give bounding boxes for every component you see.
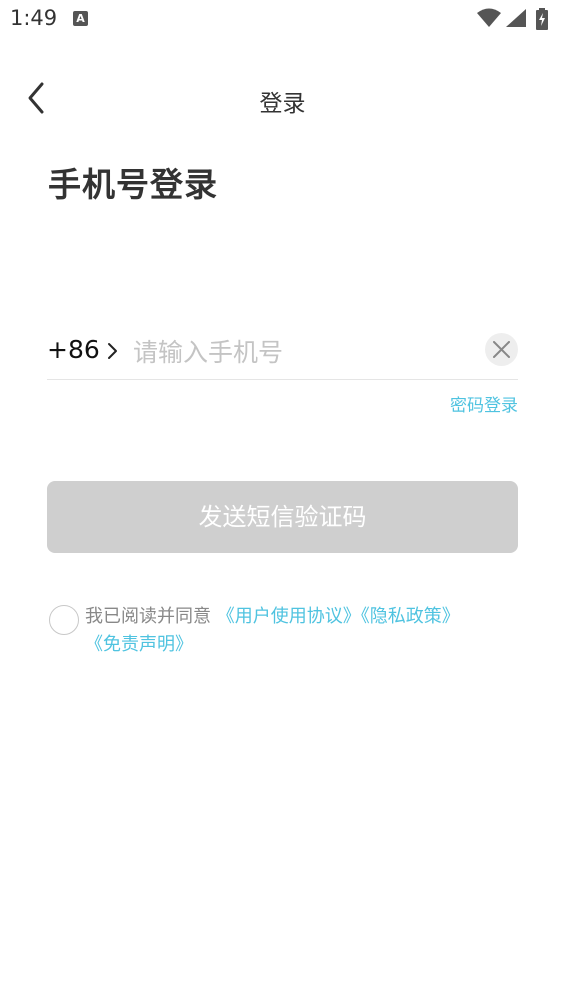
- agreement-prefix: 我已阅读并同意: [85, 606, 211, 627]
- password-login-link[interactable]: 密码登录: [450, 391, 518, 416]
- clear-button[interactable]: [485, 333, 518, 366]
- privacy-policy-link[interactable]: 《隐私政策》: [361, 606, 460, 627]
- disclaimer-link[interactable]: 《免责声明》: [85, 634, 193, 655]
- country-code-selector[interactable]: +86: [47, 335, 100, 364]
- status-time: 1:49: [10, 6, 58, 30]
- font-a-icon: A: [73, 11, 88, 26]
- agreement-checkbox[interactable]: [49, 605, 79, 635]
- wifi-icon: [477, 8, 501, 27]
- nav-title: 登录: [259, 91, 306, 117]
- status-icons: [477, 8, 557, 30]
- battery-charging-icon: [536, 8, 548, 30]
- user-agreement-link[interactable]: 《用户使用协议》: [217, 606, 361, 627]
- page-title: 手机号登录: [48, 165, 218, 204]
- status-bar: 1:49 A: [0, 0, 565, 40]
- close-icon: [493, 341, 510, 358]
- agreement-text: 我已阅读并同意 《用户使用协议》《隐私政策》 《免责声明》: [85, 603, 505, 659]
- phone-row: +86: [47, 327, 518, 380]
- phone-input[interactable]: [133, 331, 473, 373]
- nav-bar: 登录: [0, 62, 565, 134]
- chevron-right-icon[interactable]: [105, 341, 121, 361]
- signal-icon: [506, 9, 526, 27]
- send-code-button[interactable]: 发送短信验证码: [47, 481, 518, 553]
